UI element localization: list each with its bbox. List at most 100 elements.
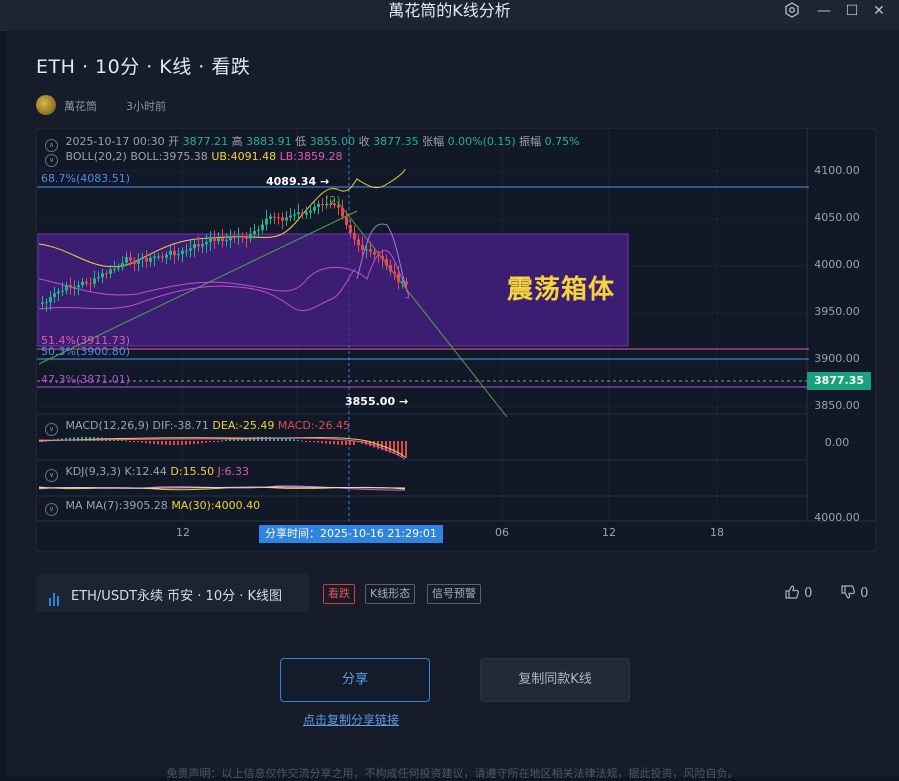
open-value: 3877.21 (182, 135, 229, 148)
candle-body (305, 212, 308, 215)
candle-body (105, 273, 108, 275)
macd-tick: 0.00 (824, 436, 850, 449)
copy-kline-button[interactable]: 复制同款K线 (480, 658, 630, 702)
change-value: 0.00%(0.15) (447, 135, 516, 148)
macd-bar (197, 441, 199, 444)
candle-body (297, 212, 300, 215)
ma-readout: ∨ MA MA(7):3905.28 MA(30):4000.40 (45, 499, 260, 516)
time-tick: 18 (710, 526, 724, 539)
high-value: 3883.91 (246, 135, 292, 148)
close-button[interactable]: ✕ (869, 2, 889, 20)
macd-dea: DEA:-25.49 (212, 419, 275, 432)
author-name[interactable]: 萬花筒 (64, 98, 97, 114)
macd-bar (169, 441, 171, 445)
candle-body (385, 258, 388, 266)
wave-label: (2) (325, 194, 341, 207)
change-label: 张幅 (422, 135, 445, 148)
share-time-label: 分享时间：2025-10-16 21:29:01 (259, 525, 443, 543)
macd-bar (229, 439, 231, 441)
ma30-value: MA(30):4000.40 (171, 499, 261, 512)
kdj-j: J:6.33 (217, 465, 250, 478)
symbol-box[interactable]: ETH/USDT永续 币安 · 10分 · K线图 (36, 574, 309, 612)
indicator-toggle-icon[interactable]: ∨ (45, 423, 58, 436)
minimize-button[interactable]: — (814, 2, 834, 20)
high-note-value: 4089.34 (266, 175, 317, 188)
copy-share-link[interactable]: 点击复制分享链接 (303, 711, 399, 728)
thumbs-up-icon (785, 585, 799, 599)
close-value: 3877.35 (373, 135, 419, 148)
kdj-name: KDJ(9,3,3) (65, 465, 122, 478)
open-label: 开 (168, 135, 180, 148)
ma-name: MA (65, 499, 83, 512)
macd-readout: ∨ MACD(12,26,9) DIF:-38.71 DEA:-25.49 MA… (45, 419, 350, 436)
macd-bar (161, 441, 163, 445)
candle-body (401, 281, 404, 283)
candle-body (229, 236, 232, 241)
candle-body (221, 237, 224, 242)
price-tick: 4100.00 (814, 164, 860, 177)
macd-bar (217, 440, 219, 442)
macd-bar (353, 441, 355, 445)
candle-body (197, 244, 200, 247)
tag-signal-alert[interactable]: 信号预警 (427, 584, 481, 604)
dislike-button[interactable]: 0 (840, 584, 868, 601)
macd-bar (181, 441, 183, 445)
candle-body (85, 281, 88, 284)
candle-body (169, 250, 172, 255)
candle-body (49, 297, 52, 303)
candle-body (321, 204, 324, 206)
macd-bar (185, 441, 187, 445)
candle-body (281, 217, 284, 221)
macd-bar (337, 441, 339, 445)
macd-bar (145, 441, 147, 444)
macd-name: MACD(12,26,9) (65, 419, 150, 432)
candle-body (389, 265, 392, 272)
tag-kline-pattern[interactable]: K线形态 (365, 584, 416, 604)
macd-bar (373, 441, 375, 448)
candle-body (57, 291, 60, 294)
price-tick: 4050.00 (814, 211, 860, 224)
candle-body (189, 248, 192, 251)
macd-bar (349, 441, 351, 445)
tag-bearish[interactable]: 看跌 (323, 584, 355, 604)
macd-bar (305, 441, 307, 442)
macd-bar (193, 441, 195, 445)
candle-body (257, 229, 260, 232)
settings-icon[interactable] (782, 2, 802, 20)
time-tick: 06 (495, 526, 509, 539)
candle-body (397, 273, 400, 283)
kline-chart[interactable]: ∧ 2025-10-17 00:30 开 3877.21 高 3883.91 低… (36, 128, 876, 552)
candle-body (149, 257, 152, 262)
macd-bar (129, 441, 131, 442)
macd-bar (177, 441, 179, 445)
candle-body (233, 236, 236, 238)
time-tick: 12 (602, 526, 616, 539)
macd-bar (157, 441, 159, 445)
candle-body (377, 254, 380, 256)
maximize-button[interactable]: ☐ (842, 2, 862, 20)
disclaimer: 免责声明：以上信息仅作交流分享之用，不构成任何投资建议，请遵守所在地区相关法律法… (166, 767, 739, 780)
close-label: 收 (358, 135, 370, 148)
candle-body (361, 245, 364, 250)
fib-label-503: 50.3%(3900.80) (41, 345, 131, 358)
indicator-toggle-icon[interactable]: ∨ (45, 154, 58, 167)
candle-body (201, 244, 204, 247)
candle-body (341, 207, 344, 217)
low-label: 低 (295, 135, 307, 148)
candle-body (237, 235, 240, 238)
candle-body (241, 235, 244, 238)
candle-body (161, 256, 164, 258)
avatar[interactable] (36, 95, 56, 115)
kdj-d: D:15.50 (170, 465, 215, 478)
indicator-toggle-icon[interactable]: ∨ (45, 503, 58, 516)
candle-body (165, 254, 168, 258)
macd-bar (149, 441, 151, 444)
share-button[interactable]: 分享 (280, 658, 430, 702)
candle-body (101, 273, 104, 278)
candle-body (89, 283, 92, 285)
current-price-tag: 3877.35 (807, 372, 871, 390)
window-title: 萬花筒的K线分析 (388, 1, 511, 20)
indicator-toggle-icon[interactable]: ∨ (45, 469, 58, 482)
candle-body (213, 237, 216, 242)
like-button[interactable]: 0 (784, 584, 812, 601)
